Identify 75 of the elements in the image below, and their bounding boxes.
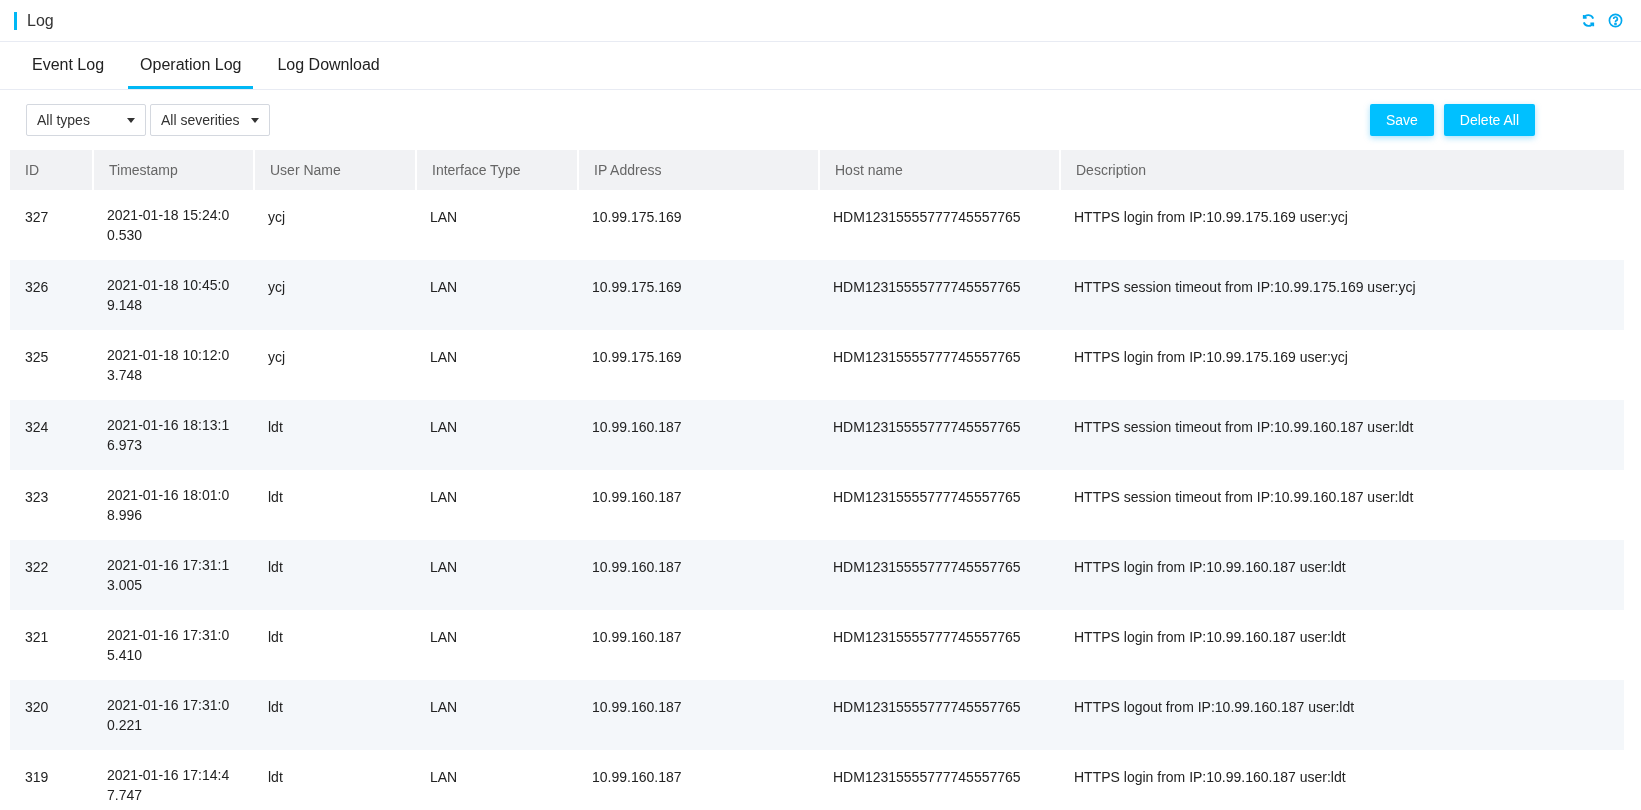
table-cell: HDM12315555777745557765	[833, 279, 1021, 295]
table-cell: LAN	[430, 349, 458, 365]
table-cell: 10.99.160.187	[592, 769, 682, 785]
table-cell: LAN	[430, 279, 458, 295]
table-cell: 327	[25, 209, 49, 225]
table-cell-text: 2021-01-16 18:01:08.996	[107, 486, 231, 525]
accent-bar	[14, 11, 17, 30]
table-cell-text: 2021-01-16 17:31:13.005	[107, 556, 231, 595]
tab[interactable]: Event Log	[20, 43, 117, 89]
tab[interactable]: Operation Log	[128, 43, 254, 89]
table-cell: ycj	[268, 209, 286, 225]
table-cell: 325	[25, 349, 49, 365]
caret-icon	[251, 117, 259, 123]
table-cell: ldt	[268, 699, 283, 715]
table-cell: LAN	[430, 559, 458, 575]
table-cell: HTTPS login from IP:10.99.160.187 user:ldt	[1074, 629, 1346, 645]
table-cell: 10.99.160.187	[592, 629, 682, 645]
table-cell: LAN	[430, 419, 458, 435]
table-cell: LAN	[430, 209, 458, 225]
table-cell: ldt	[268, 559, 283, 575]
table-cell: 323	[25, 489, 49, 505]
table-cell: 326	[25, 279, 49, 295]
table-cell: HDM12315555777745557765	[833, 699, 1021, 715]
table-cell: ldt	[268, 419, 283, 435]
table-cell: 10.99.160.187	[592, 489, 682, 505]
table-cell: HDM12315555777745557765	[833, 349, 1021, 365]
table-cell: HTTPS login from IP:10.99.175.169 user:ycj	[1074, 209, 1348, 225]
table-cell: HDM12315555777745557765	[833, 629, 1021, 645]
table-cell: 324	[25, 419, 49, 435]
table-cell: LAN	[430, 629, 458, 645]
table-cell: LAN	[430, 699, 458, 715]
table-cell-text: 2021-01-18 10:12:03.748	[107, 346, 231, 385]
table-cell: HTTPS session timeout from IP:10.99.160.187 user:ldt	[1074, 419, 1414, 435]
table-cell: LAN	[430, 769, 458, 785]
table-cell: HTTPS login from IP:10.99.160.187 user:ldt	[1074, 559, 1346, 575]
table-cell: HDM12315555777745557765	[833, 419, 1021, 435]
table-cell: LAN	[430, 489, 458, 505]
table-cell: 10.99.160.187	[592, 419, 682, 435]
table-cell: ycj	[268, 349, 286, 365]
table-cell: HTTPS session timeout from IP:10.99.160.187 user:ldt	[1074, 489, 1414, 505]
table-cell: HTTPS login from IP:10.99.160.187 user:ldt	[1074, 769, 1346, 785]
table-cell: HDM12315555777745557765	[833, 769, 1021, 785]
table-cell: 10.99.160.187	[592, 699, 682, 715]
table-cell: ycj	[268, 279, 286, 295]
table-cell: HTTPS login from IP:10.99.175.169 user:ycj	[1074, 349, 1348, 365]
column-header: ID	[24, 160, 40, 180]
filter-dropdown[interactable]: All severities	[150, 104, 270, 136]
table-cell: ldt	[268, 769, 283, 785]
table-cell-text: 2021-01-16 17:14:47.747	[107, 766, 231, 805]
table-cell: 10.99.175.169	[592, 279, 682, 295]
table-cell: 319	[25, 769, 49, 785]
filter-dropdown[interactable]: All types	[26, 104, 146, 136]
table-cell: HDM12315555777745557765	[833, 559, 1021, 575]
table-cell: 322	[25, 559, 49, 575]
table-cell: 10.99.160.187	[592, 559, 682, 575]
table-cell: HTTPS session timeout from IP:10.99.175.169 user:ycj	[1074, 279, 1416, 295]
table-cell: 10.99.175.169	[592, 209, 682, 225]
table-cell: 320	[25, 699, 49, 715]
table-cell: ldt	[268, 489, 283, 505]
table-cell: HDM12315555777745557765	[833, 209, 1021, 225]
help-icon[interactable]	[1608, 13, 1623, 28]
table-cell-text: 2021-01-16 17:31:05.410	[107, 626, 231, 665]
table-cell: ldt	[268, 629, 283, 645]
table-cell-text: 2021-01-18 10:45:09.148	[107, 276, 231, 315]
table-cell-text: 2021-01-16 17:31:00.221	[107, 696, 231, 735]
table-cell: HTTPS logout from IP:10.99.160.187 user:ldt	[1074, 699, 1355, 715]
table-cell: 321	[25, 629, 49, 645]
tab[interactable]: Log Download	[265, 43, 392, 89]
table-cell: HDM12315555777745557765	[833, 489, 1021, 505]
page-title: Log	[27, 10, 54, 31]
table-cell-text: 2021-01-18 15:24:00.530	[107, 206, 231, 245]
table-cell: 10.99.175.169	[592, 349, 682, 365]
table-cell-text: 2021-01-16 18:13:16.973	[107, 416, 231, 455]
refresh-icon[interactable]	[1581, 13, 1596, 28]
caret-icon	[127, 117, 135, 123]
